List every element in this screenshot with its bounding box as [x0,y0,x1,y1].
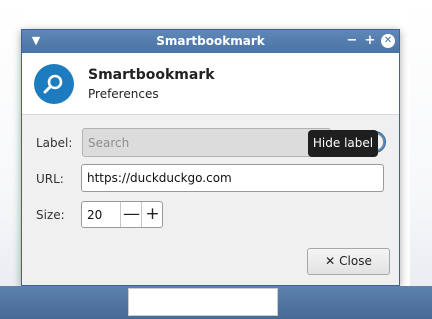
close-icon: ✕ [325,254,336,268]
dialog-header: Smartbookmark Preferences [22,53,399,115]
label-field-label: Label: [36,136,73,150]
tooltip: Hide label [308,130,378,157]
search-icon [34,64,74,104]
label-input[interactable] [82,128,331,157]
titlebar[interactable]: ▼ Smartbookmark − + ✕ [22,30,399,53]
url-input[interactable] [81,164,384,192]
desktop-right-strip [410,0,432,319]
increase-size-button[interactable]: + [141,202,163,227]
app-name: Smartbookmark [88,67,215,83]
panel-plugin-box[interactable] [128,288,278,316]
close-window-button[interactable]: ✕ [381,34,395,48]
desktop-left-strip [0,0,22,319]
dialog-subtitle: Preferences [88,87,159,101]
window-title: Smartbookmark [156,34,265,48]
minimize-button[interactable]: − [345,34,359,48]
maximize-button[interactable]: + [363,34,377,48]
url-field-label: URL: [36,172,64,186]
size-spinbutton[interactable]: 20 — + [81,201,163,228]
size-field-label: Size: [36,208,65,222]
size-value[interactable]: 20 [87,208,102,222]
decrease-size-button[interactable]: — [120,202,142,227]
close-button[interactable]: ✕ Close [307,248,390,275]
preferences-window: ▼ Smartbookmark − + ✕ Smartbookmark Pref… [21,29,400,286]
close-button-label: Close [339,254,372,268]
